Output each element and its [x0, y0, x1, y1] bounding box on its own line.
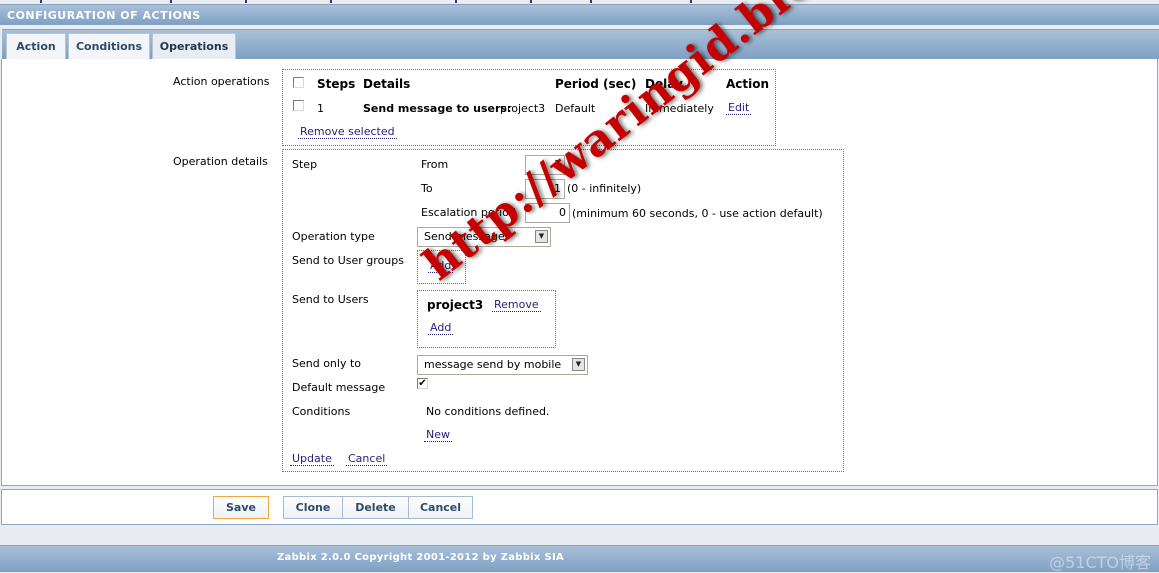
remove-selected-link[interactable]: Remove selected: [298, 126, 397, 139]
add-user-link[interactable]: Add: [428, 322, 454, 335]
users-box: project3 Remove Add: [417, 290, 556, 348]
operation-details-box: Step From 1 To 1 (0 - infinitely) Escala…: [282, 149, 844, 472]
row-period: Default: [555, 102, 596, 115]
select-all-checkbox[interactable]: [293, 77, 304, 88]
send-only-to-label: Send only to: [292, 357, 362, 370]
tab-bar: Action Conditions Operations: [2, 29, 1159, 59]
page-header: CONFIGURATION OF ACTIONS: [0, 4, 1159, 25]
default-message-checkbox[interactable]: ✔: [417, 378, 428, 389]
send-only-to-value: message send by mobile: [424, 358, 562, 371]
cancel-operation-link[interactable]: Cancel: [346, 453, 388, 466]
operation-type-label: Operation type: [292, 230, 375, 243]
step-label: Step: [292, 158, 318, 171]
from-label: From: [421, 158, 449, 171]
save-button[interactable]: Save: [213, 496, 269, 519]
col-steps: Steps: [317, 77, 356, 91]
site-watermark: @51CTO博客: [1049, 553, 1151, 572]
col-delay: Delay: [645, 77, 683, 91]
new-condition-link[interactable]: New: [424, 429, 452, 442]
escalation-period-label: Escalation period: [421, 206, 516, 219]
to-hint: (0 - infinitely): [567, 182, 642, 195]
tab-conditions[interactable]: Conditions: [68, 33, 150, 59]
action-operations-label: Action operations: [173, 75, 270, 88]
send-only-to-select[interactable]: message send by mobile ▼: [417, 355, 588, 375]
col-details: Details: [363, 77, 411, 91]
row-details-value: project3: [500, 102, 546, 115]
no-conditions-text: No conditions defined.: [426, 405, 550, 418]
operation-type-select[interactable]: Send message ▼: [417, 227, 551, 247]
tab-operations[interactable]: Operations: [152, 33, 236, 59]
conditions-label: Conditions: [292, 405, 351, 418]
tab-action[interactable]: Action: [6, 33, 66, 59]
clone-button[interactable]: Clone: [283, 496, 343, 519]
user-groups-box: Add: [417, 250, 466, 284]
chevron-down-icon[interactable]: ▼: [572, 358, 585, 371]
escalation-hint: (minimum 60 seconds, 0 - use action defa…: [572, 207, 823, 220]
col-period: Period (sec): [555, 77, 637, 91]
row-details-label: Send message to users:: [363, 102, 512, 115]
operation-type-value: Send message: [424, 230, 505, 243]
to-label: To: [421, 182, 433, 195]
escalation-period-input[interactable]: 0: [525, 203, 570, 223]
chevron-down-icon[interactable]: ▼: [535, 230, 548, 243]
step-to-input[interactable]: 1: [525, 179, 565, 199]
send-to-user-groups-label: Send to User groups: [292, 254, 404, 267]
update-operation-link[interactable]: Update: [290, 453, 334, 466]
edit-operation-link[interactable]: Edit: [726, 102, 752, 115]
col-action: Action: [726, 77, 770, 91]
delete-button[interactable]: Delete: [342, 496, 409, 519]
add-user-group-link[interactable]: Add: [428, 260, 454, 273]
remove-user-link[interactable]: Remove: [492, 299, 541, 312]
row-steps: 1: [317, 102, 324, 115]
page-footer: Zabbix 2.0.0 Copyright 2001-2012 by Zabb…: [0, 545, 1159, 572]
default-message-label: Default message: [292, 381, 386, 394]
operation-details-label: Operation details: [173, 155, 268, 168]
row-checkbox[interactable]: [293, 100, 304, 111]
step-from-input[interactable]: 1: [525, 155, 565, 175]
action-operations-table: Steps Details Period (sec) Delay Action …: [282, 69, 776, 146]
send-to-users-label: Send to Users: [292, 293, 369, 306]
form-buttons-bar: Save Clone Delete Cancel: [1, 489, 1158, 525]
row-delay: Immediately: [645, 102, 714, 115]
operations-panel: Action operations Steps Details Period (…: [1, 59, 1158, 486]
user-name: project3: [427, 298, 484, 312]
top-menu-strip: [0, 0, 1159, 3]
copyright-text: Zabbix 2.0.0 Copyright 2001-2012 by Zabb…: [277, 552, 565, 563]
cancel-button[interactable]: Cancel: [408, 496, 473, 519]
